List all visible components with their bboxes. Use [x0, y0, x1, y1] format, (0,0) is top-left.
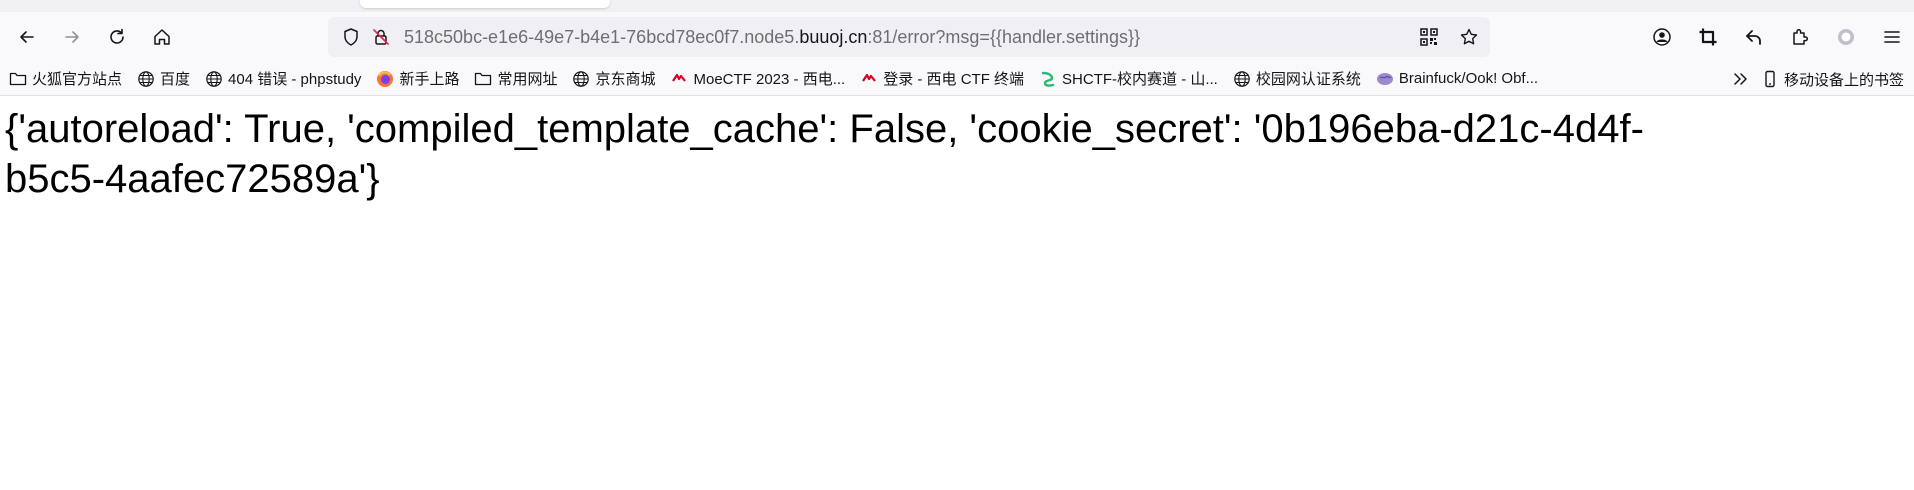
account-icon	[1653, 28, 1671, 46]
address-bar[interactable]: 518c50bc-e1e6-49e7-b4e1-76bcd78ec0f7.nod…	[328, 17, 1490, 57]
bookmark-label: 京东商城	[595, 71, 656, 88]
globe-icon	[1232, 69, 1252, 89]
tracking-shield-icon[interactable]	[336, 22, 366, 52]
xdctf-icon	[859, 69, 879, 89]
url-suffix: :81/error?msg={{handler.settings}}	[867, 26, 1141, 47]
bookmark-item[interactable]: 404 错误 - phpstudy	[204, 68, 361, 89]
bookmarks-overflow-area: 移动设备上的书签	[1726, 62, 1904, 96]
bookmark-label: MoeCTF 2023 - 西电...	[693, 71, 846, 88]
bookmarks-overflow-button[interactable]	[1726, 64, 1756, 94]
shctf-icon	[1038, 69, 1058, 89]
bookmark-label: Brainfuck/Ook! Obf...	[1398, 70, 1539, 87]
bookmark-star-icon[interactable]	[1454, 22, 1484, 52]
bookmark-item[interactable]: 登录 - 西电 CTF 终端	[859, 68, 1024, 89]
globe-icon	[136, 69, 156, 89]
qr-code-icon[interactable]	[1414, 22, 1444, 52]
globe-icon	[571, 69, 591, 89]
globe-icon	[204, 69, 224, 89]
bookmark-label: 百度	[160, 71, 191, 88]
brain-icon	[1375, 69, 1395, 89]
home-icon	[154, 29, 170, 45]
insecure-lock-icon[interactable]	[366, 22, 396, 52]
menu-icon	[1884, 31, 1900, 43]
reload-icon	[110, 28, 124, 44]
bookmark-item[interactable]: 火狐官方站点	[8, 68, 122, 89]
screenshot-crop-icon	[1699, 28, 1717, 46]
account-button[interactable]	[1640, 16, 1684, 58]
home-button[interactable]	[141, 16, 183, 58]
extensions-icon	[1793, 28, 1809, 45]
extensions-button[interactable]	[1778, 16, 1822, 58]
back-button[interactable]	[6, 16, 48, 58]
reload-button[interactable]	[96, 16, 138, 58]
bookmark-label: 常用网址	[497, 71, 558, 88]
bookmark-item[interactable]: 新手上路	[375, 68, 459, 89]
mobile-device-icon	[1760, 69, 1780, 89]
extension-button[interactable]	[1824, 16, 1868, 58]
bookmark-item[interactable]: 校园网认证系统	[1232, 68, 1361, 89]
mobile-bookmarks[interactable]: 移动设备上的书签	[1760, 69, 1904, 90]
back-icon	[20, 31, 34, 43]
bookmarks-toolbar: 火狐官方站点 百度 404 错误 - phpstudy 新手上路 常用网址 京东…	[0, 62, 1914, 96]
mobile-bookmarks-label: 移动设备上的书签	[1783, 71, 1904, 89]
undo-arrow-icon	[1746, 30, 1761, 45]
bookmark-item[interactable]: SHCTF-校内赛道 - 山...	[1038, 68, 1218, 89]
url-actions	[1404, 22, 1484, 52]
extension-circle-icon	[1838, 29, 1854, 45]
forward-button[interactable]	[51, 16, 93, 58]
page-body-text: {'autoreload': True, 'compiled_template_…	[5, 107, 1644, 201]
bookmark-label: 校园网认证系统	[1255, 71, 1361, 88]
toolbar-right	[1638, 12, 1914, 62]
screenshot-button[interactable]	[1686, 16, 1730, 58]
bookmark-label: 火狐官方站点	[32, 71, 123, 88]
bookmark-item[interactable]: 常用网址	[473, 68, 557, 89]
bookmark-item[interactable]: 百度	[136, 68, 190, 89]
bookmark-item[interactable]: MoeCTF 2023 - 西电...	[669, 68, 845, 89]
navigation-toolbar: 518c50bc-e1e6-49e7-b4e1-76bcd78ec0f7.nod…	[0, 12, 1914, 62]
url-text[interactable]: 518c50bc-e1e6-49e7-b4e1-76bcd78ec0f7.nod…	[404, 27, 1140, 48]
moectf-icon	[669, 69, 689, 89]
bookmark-item[interactable]: 京东商城	[571, 68, 655, 89]
url-domain: buuoj.cn	[799, 26, 868, 47]
bookmark-label: 新手上路	[399, 71, 460, 88]
active-tab-edge[interactable]	[360, 0, 610, 8]
chevron-double-right-icon	[1734, 73, 1747, 85]
folder-icon	[473, 69, 493, 89]
firefox-icon	[375, 69, 395, 89]
forward-icon	[65, 31, 79, 43]
folder-icon	[8, 69, 28, 89]
bookmark-label: SHCTF-校内赛道 - 山...	[1062, 71, 1218, 88]
undo-button[interactable]	[1732, 16, 1776, 58]
nav-buttons	[6, 16, 186, 58]
menu-button[interactable]	[1870, 16, 1914, 58]
bookmark-label: 404 错误 - phpstudy	[228, 71, 362, 88]
bookmark-label: 登录 - 西电 CTF 终端	[883, 71, 1025, 88]
tab-strip	[0, 0, 1914, 12]
bookmark-item[interactable]: Brainfuck/Ook! Obf...	[1375, 69, 1538, 89]
url-prefix: 518c50bc-e1e6-49e7-b4e1-76bcd78ec0f7.nod…	[404, 26, 800, 47]
